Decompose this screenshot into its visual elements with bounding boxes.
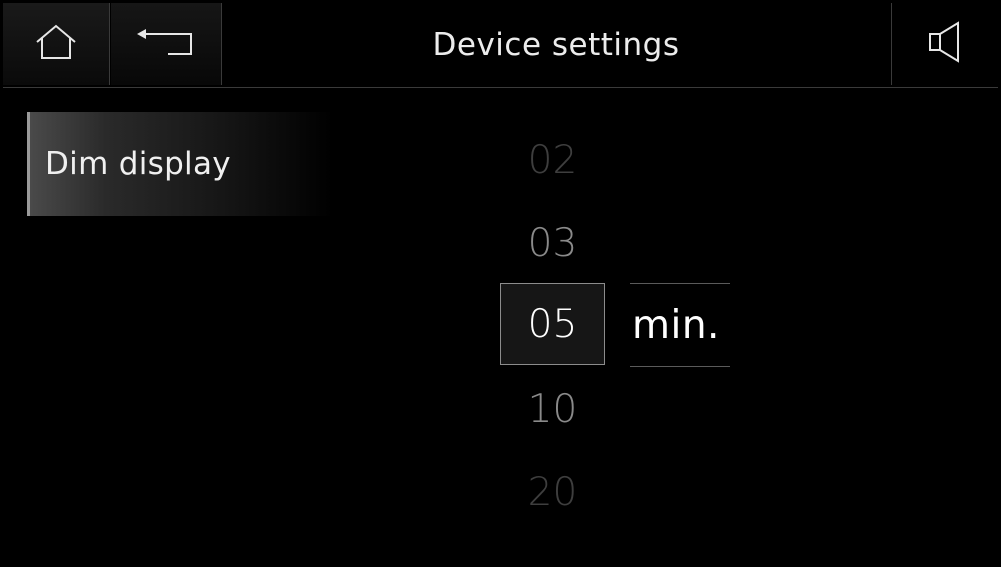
speaker-icon xyxy=(926,19,966,69)
home-icon xyxy=(33,23,79,65)
back-button[interactable] xyxy=(111,3,222,85)
picker-value[interactable]: 03 xyxy=(500,213,605,273)
picker-selected-value[interactable]: 05 xyxy=(500,283,605,365)
screen: Device settings Dim display 02 03 05 10 … xyxy=(3,3,998,564)
page-title: Device settings xyxy=(432,27,680,63)
picker-value[interactable]: 20 xyxy=(500,462,605,522)
back-arrow-icon xyxy=(135,26,197,62)
picker-value[interactable]: 02 xyxy=(500,130,605,190)
sound-button[interactable] xyxy=(891,3,998,85)
menu-item-dim-display[interactable]: Dim display xyxy=(27,112,333,216)
picker-value[interactable]: 10 xyxy=(500,379,605,439)
header-bar: Device settings xyxy=(3,3,998,88)
picker-unit-label: min. xyxy=(630,283,730,367)
menu-item-label: Dim display xyxy=(45,146,231,182)
home-button[interactable] xyxy=(3,3,110,85)
